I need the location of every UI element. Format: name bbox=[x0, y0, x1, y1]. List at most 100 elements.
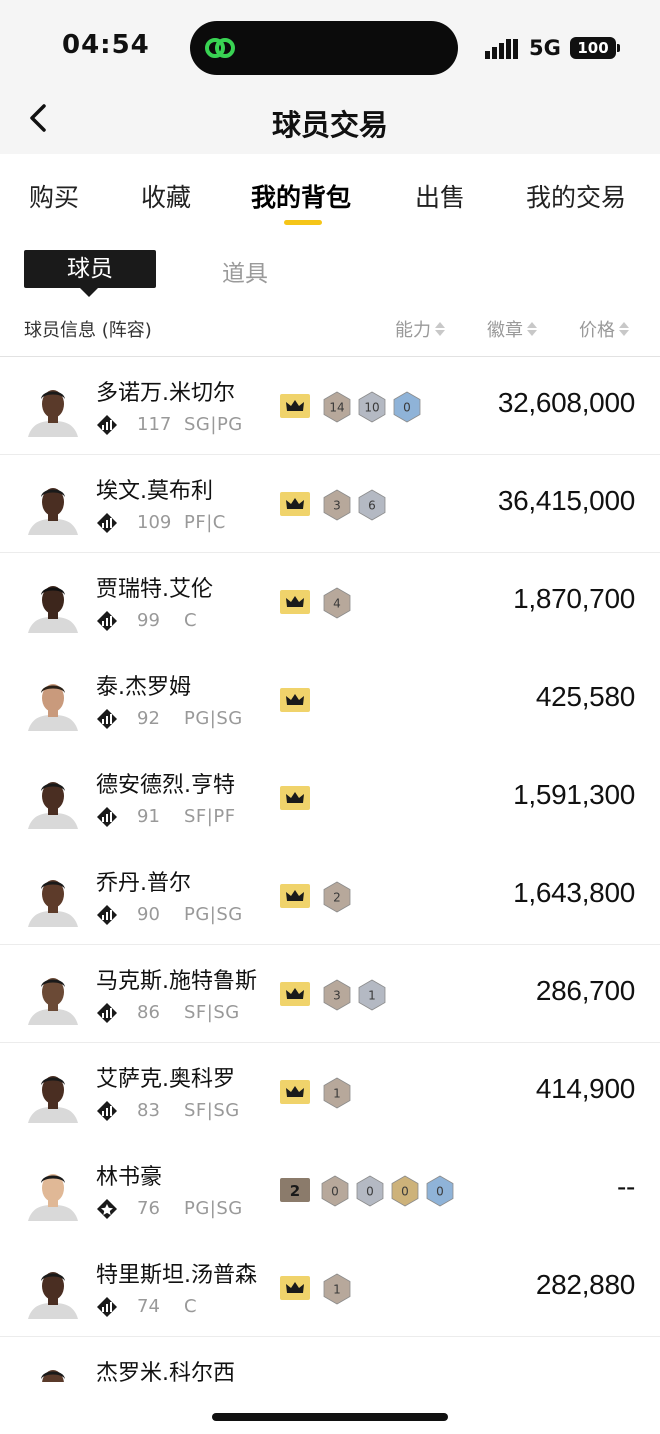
tab-my-backpack[interactable]: 我的背包 bbox=[251, 178, 351, 214]
player-name: 马克斯.施特鲁斯 bbox=[96, 969, 257, 994]
tab-buy[interactable]: 购买 bbox=[29, 178, 79, 214]
badge-count-silver: 10 bbox=[358, 391, 386, 423]
sort-badge[interactable]: 徽章 bbox=[487, 316, 537, 342]
player-position: SG|PG bbox=[184, 414, 243, 435]
list-header: 球员信息 (阵容) 能力 徽章 价格 bbox=[0, 312, 660, 356]
crown-icon bbox=[280, 1080, 310, 1104]
player-position: PG|SG bbox=[184, 708, 243, 729]
badge-value: 0 bbox=[403, 401, 411, 415]
player-rating: 86 bbox=[137, 1002, 160, 1023]
level-value: 2 bbox=[290, 1182, 300, 1200]
tab-favorites[interactable]: 收藏 bbox=[141, 178, 191, 214]
player-rating: 92 bbox=[137, 708, 160, 729]
badge-value: 10 bbox=[364, 401, 379, 415]
sort-arrows-icon bbox=[619, 321, 629, 337]
player-price: 414,900 bbox=[535, 1073, 635, 1104]
badge-value: 2 bbox=[333, 891, 341, 905]
player-name: 贾瑞特.艾伦 bbox=[96, 577, 213, 602]
rank-diamond-icon bbox=[97, 1101, 117, 1121]
rank-diamond-icon bbox=[97, 709, 117, 729]
crown-icon bbox=[280, 590, 310, 614]
crown-icon bbox=[280, 1276, 310, 1300]
player-price: 425,580 bbox=[535, 681, 635, 712]
player-rating: 76 bbox=[137, 1198, 160, 1219]
nav-bar: 球员交易 bbox=[0, 90, 660, 154]
badge-value: 3 bbox=[333, 499, 341, 513]
crown-icon bbox=[280, 394, 310, 418]
player-position: PG|SG bbox=[184, 904, 243, 925]
player-row[interactable]: 特里斯坦.汤普森 74 C 1 282,880 bbox=[0, 1239, 660, 1337]
badge-count-blue: 0 bbox=[426, 1175, 454, 1207]
rank-diamond-icon bbox=[97, 905, 117, 925]
rank-diamond-icon bbox=[97, 1297, 117, 1317]
level-badge: 2 bbox=[280, 1178, 310, 1202]
crown-icon bbox=[280, 982, 310, 1006]
sort-price[interactable]: 价格 bbox=[579, 316, 629, 342]
badge-value: 0 bbox=[366, 1185, 374, 1199]
player-rating: 90 bbox=[137, 904, 160, 925]
player-row[interactable]: 德安德烈.亨特 91 SF|PF 1,591,300 bbox=[0, 749, 660, 847]
tab-sell[interactable]: 出售 bbox=[415, 178, 465, 214]
player-price: 286,700 bbox=[535, 975, 635, 1006]
player-rating: 83 bbox=[137, 1100, 160, 1121]
player-row[interactable]: 林书豪 76 PG|SG 2 0 0 0 0 -- bbox=[0, 1141, 660, 1239]
badge-count-bronze: 1 bbox=[323, 1077, 351, 1109]
rank-diamond-icon bbox=[97, 807, 117, 827]
sort-ability-label: 能力 bbox=[395, 320, 431, 341]
sub-tab-items[interactable]: 道具 bbox=[222, 254, 268, 288]
battery-tip bbox=[617, 44, 620, 52]
signal-icon bbox=[485, 39, 518, 59]
player-position: PG|SG bbox=[184, 1198, 243, 1219]
battery-icon: 100 bbox=[570, 37, 616, 59]
sort-arrows-icon bbox=[435, 321, 445, 337]
sort-ability[interactable]: 能力 bbox=[395, 316, 445, 342]
player-price: -- bbox=[616, 1171, 635, 1202]
badge-count-bronze: 0 bbox=[321, 1175, 349, 1207]
rank-diamond-icon bbox=[97, 1003, 117, 1023]
player-row[interactable]: 马克斯.施特鲁斯 86 SF|SG 3 1 286,700 bbox=[0, 945, 660, 1043]
sort-arrows-icon bbox=[527, 321, 537, 337]
player-position: SF|SG bbox=[184, 1100, 240, 1121]
player-row[interactable]: 多诺万.米切尔 117 SG|PG 14 10 0 32,608,000 bbox=[0, 357, 660, 455]
header-player-info: 球员信息 (阵容) bbox=[24, 320, 152, 341]
sub-tab-players[interactable]: 球员 bbox=[24, 250, 156, 288]
badge-count-bronze: 1 bbox=[323, 1273, 351, 1305]
active-tab-indicator bbox=[284, 220, 322, 225]
player-name: 乔丹.普尔 bbox=[96, 871, 191, 896]
player-avatar bbox=[24, 575, 82, 633]
player-name: 德安德烈.亨特 bbox=[96, 773, 235, 798]
badge-value: 1 bbox=[333, 1283, 341, 1297]
player-price: 1,870,700 bbox=[513, 583, 635, 614]
crown-icon bbox=[280, 492, 310, 516]
player-avatar bbox=[24, 869, 82, 927]
badge-value: 3 bbox=[333, 989, 341, 1003]
player-avatar bbox=[24, 379, 82, 437]
badge-value: 1 bbox=[333, 1087, 341, 1101]
player-row[interactable]: 杰罗米.科尔西 bbox=[0, 1337, 660, 1382]
player-position: SF|PF bbox=[184, 806, 236, 827]
tab-my-trades[interactable]: 我的交易 bbox=[526, 178, 626, 214]
badge-count-bronze: 2 bbox=[323, 881, 351, 913]
player-avatar bbox=[24, 673, 82, 731]
player-price: 1,643,800 bbox=[513, 877, 635, 908]
status-time: 04:54 bbox=[62, 30, 150, 60]
rank-diamond-icon bbox=[97, 513, 117, 533]
badge-count-bronze: 3 bbox=[323, 979, 351, 1011]
player-rating: 109 bbox=[137, 512, 172, 533]
player-row[interactable]: 泰.杰罗姆 92 PG|SG 425,580 bbox=[0, 651, 660, 749]
player-row[interactable]: 乔丹.普尔 90 PG|SG 2 1,643,800 bbox=[0, 847, 660, 945]
badge-count-blue: 0 bbox=[393, 391, 421, 423]
player-row[interactable]: 埃文.莫布利 109 PF|C 3 6 36,415,000 bbox=[0, 455, 660, 553]
badge-value: 14 bbox=[329, 401, 344, 415]
player-price: 32,608,000 bbox=[497, 387, 635, 418]
home-indicator[interactable] bbox=[212, 1413, 448, 1421]
badge-count-gold: 0 bbox=[391, 1175, 419, 1207]
crown-icon bbox=[280, 786, 310, 810]
player-row[interactable]: 艾萨克.奥科罗 83 SF|SG 1 414,900 bbox=[0, 1043, 660, 1141]
player-position: C bbox=[184, 1296, 198, 1317]
page-title: 球员交易 bbox=[271, 108, 388, 142]
player-name: 艾萨克.奥科罗 bbox=[96, 1067, 235, 1092]
player-row[interactable]: 贾瑞特.艾伦 99 C 4 1,870,700 bbox=[0, 553, 660, 651]
sub-tab-pointer bbox=[80, 288, 98, 297]
player-price: 282,880 bbox=[535, 1269, 635, 1300]
